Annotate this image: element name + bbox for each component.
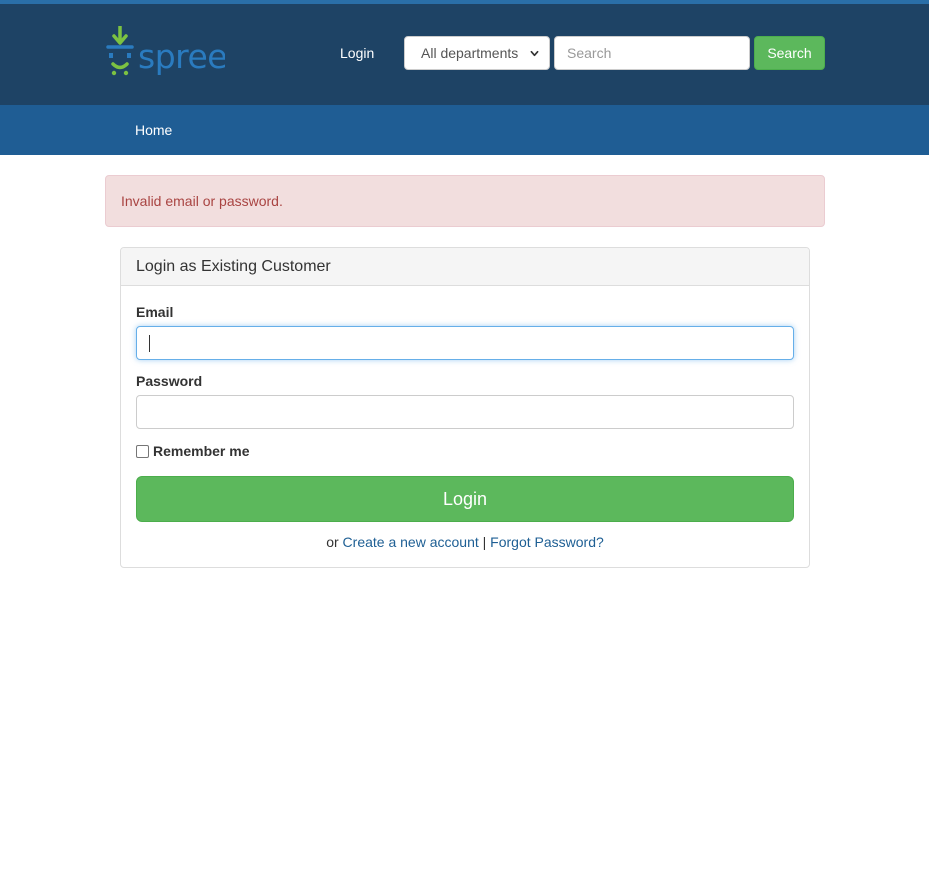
- error-alert-message: Invalid email or password.: [121, 193, 283, 209]
- login-panel-title: Login as Existing Customer: [136, 257, 331, 275]
- nav-item-home[interactable]: Home: [135, 121, 172, 139]
- email-field[interactable]: [136, 326, 794, 360]
- spree-logo-icon: spree: [106, 26, 225, 76]
- password-label: Password: [136, 373, 203, 389]
- email-label: Email: [136, 304, 174, 320]
- forgot-password-link[interactable]: Forgot Password?: [490, 534, 604, 550]
- remember-me-row: Remember me: [136, 443, 250, 459]
- search-input[interactable]: Search: [554, 36, 750, 70]
- login-panel-heading: Login as Existing Customer: [121, 248, 809, 286]
- search-placeholder: Search: [567, 45, 612, 61]
- logo-wordmark: spree: [138, 37, 225, 76]
- login-submit-button[interactable]: Login: [136, 476, 794, 522]
- remember-me-checkbox[interactable]: [136, 444, 149, 458]
- department-select-value: All departments: [421, 45, 519, 61]
- error-alert: Invalid email or password.: [105, 175, 825, 227]
- spree-logo[interactable]: spree: [105, 26, 225, 78]
- header-login-link[interactable]: Login: [340, 44, 374, 62]
- search-button[interactable]: Search: [754, 36, 825, 70]
- links-separator: |: [482, 534, 487, 550]
- chevron-down-icon: [530, 50, 539, 56]
- links-prefix: or: [326, 534, 339, 550]
- text-caret: [149, 335, 150, 352]
- password-field[interactable]: [136, 395, 794, 429]
- login-panel: Login as Existing Customer Email Passwor…: [120, 247, 810, 568]
- main-navbar: Home: [0, 105, 929, 155]
- remember-me-label[interactable]: Remember me: [153, 443, 250, 459]
- department-select[interactable]: All departments: [404, 36, 550, 70]
- site-header: spree Login All departments Search Searc…: [0, 4, 929, 105]
- create-account-link[interactable]: Create a new account: [343, 534, 479, 550]
- account-links: or Create a new account | Forgot Passwor…: [121, 533, 809, 551]
